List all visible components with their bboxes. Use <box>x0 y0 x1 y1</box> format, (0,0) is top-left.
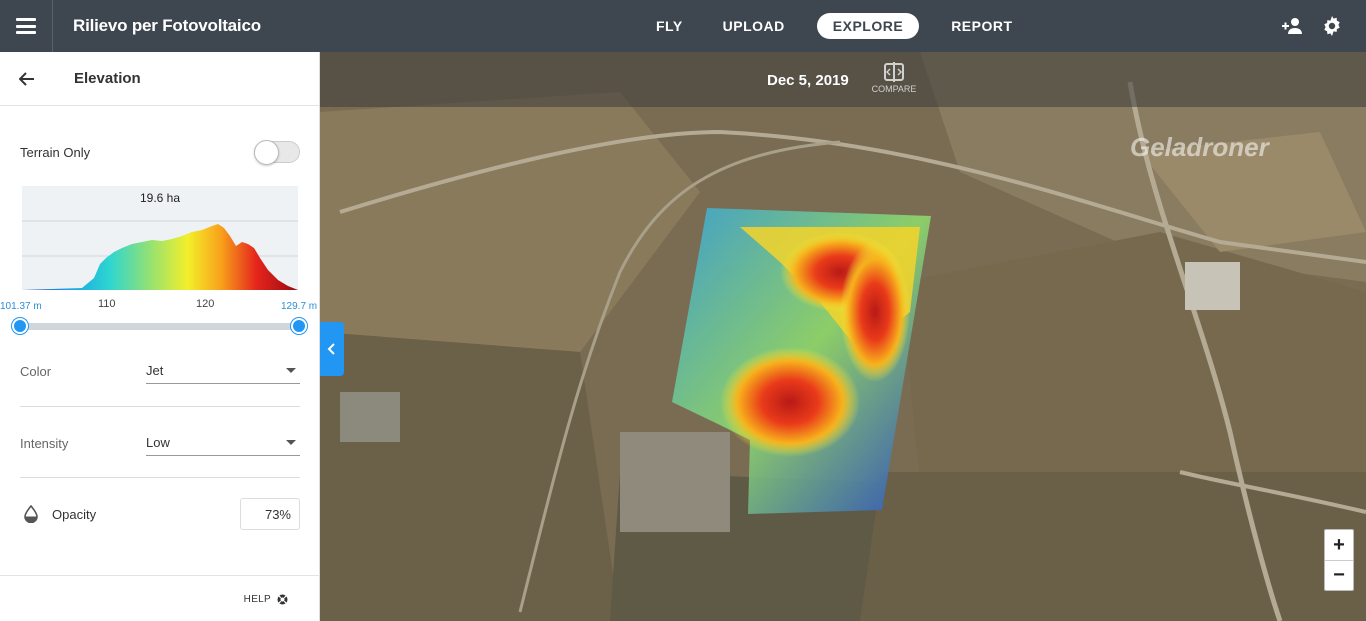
elevation-panel: Elevation Terrain Only 19.6 ha 101.37 m … <box>0 52 320 621</box>
terrain-only-label: Terrain Only <box>20 144 91 160</box>
compare-button[interactable]: COMPARE <box>865 62 923 94</box>
zoom-control: + − <box>1324 529 1354 591</box>
zoom-in-button[interactable]: + <box>1325 530 1353 560</box>
color-row: Color Jet <box>20 358 300 384</box>
min-elevation-label: 101.37 m <box>0 301 42 312</box>
divider <box>20 477 300 478</box>
divider <box>20 406 300 407</box>
range-max-handle[interactable] <box>291 318 307 334</box>
compare-icon <box>884 62 904 82</box>
map-toolbar: Dec 5, 2019 COMPARE <box>320 52 1366 107</box>
chevron-down-icon <box>286 440 296 445</box>
intensity-label: Intensity <box>20 435 69 451</box>
elevation-histogram: 19.6 ha <box>22 186 298 290</box>
watermark-logo: Geladroner <box>1130 132 1269 162</box>
lifebuoy-icon <box>277 594 288 605</box>
tab-report[interactable]: REPORT <box>935 13 1028 39</box>
collapse-panel-button[interactable] <box>320 322 344 376</box>
tab-upload[interactable]: UPLOAD <box>707 13 801 39</box>
panel-header: Elevation <box>0 52 319 106</box>
capture-date: Dec 5, 2019 <box>767 72 849 89</box>
max-elevation-label: 129.7 m <box>281 301 318 312</box>
color-label: Color <box>20 363 52 379</box>
app-title: Rilievo per Fotovoltaico <box>73 16 261 35</box>
menu-button[interactable] <box>0 0 52 52</box>
help-label: HELP <box>243 594 271 605</box>
intensity-value: Low <box>146 435 170 450</box>
tab-explore[interactable]: EXPLORE <box>816 13 920 39</box>
top-bar: Rilievo per Fotovoltaico FLY UPLOAD EXPL… <box>0 0 1366 52</box>
terrain-only-toggle[interactable] <box>254 140 300 165</box>
intensity-row: Intensity Low <box>20 430 300 456</box>
opacity-drop-icon <box>24 505 38 523</box>
panel-footer: HELP <box>0 575 320 621</box>
elevation-range-slider[interactable] <box>20 323 300 330</box>
menu-icon <box>16 18 36 34</box>
tab-fly[interactable]: FLY <box>640 13 699 39</box>
chevron-left-icon <box>327 343 335 355</box>
back-button[interactable] <box>0 52 54 106</box>
chevron-down-icon <box>286 368 296 373</box>
main-nav: FLY UPLOAD EXPLORE REPORT <box>640 0 1029 52</box>
zoom-out-button[interactable]: − <box>1325 560 1353 590</box>
intensity-select[interactable]: Low <box>146 430 300 456</box>
map-view[interactable]: Geladroner Dec 5, 2019 COMPARE + − <box>320 52 1366 621</box>
range-min-handle[interactable] <box>12 318 28 334</box>
color-select[interactable]: Jet <box>146 358 300 384</box>
opacity-input[interactable]: 73% <box>240 498 300 530</box>
tick-label-110: 110 <box>98 298 116 310</box>
histogram-area-label: 19.6 ha <box>139 191 181 205</box>
opacity-label: Opacity <box>52 506 97 522</box>
compare-label: COMPARE <box>871 84 917 94</box>
panel-title: Elevation <box>74 70 141 87</box>
color-value: Jet <box>146 363 164 378</box>
gear-icon[interactable] <box>1322 16 1342 36</box>
tick-label-120: 120 <box>196 298 215 310</box>
terrain-only-row: Terrain Only <box>20 140 300 165</box>
arrow-left-icon <box>19 71 34 86</box>
add-user-icon[interactable] <box>1280 17 1304 35</box>
top-icons <box>1280 0 1342 52</box>
header-divider <box>52 0 53 52</box>
help-button[interactable]: HELP <box>244 594 288 605</box>
opacity-row: Opacity 73% <box>20 498 300 530</box>
